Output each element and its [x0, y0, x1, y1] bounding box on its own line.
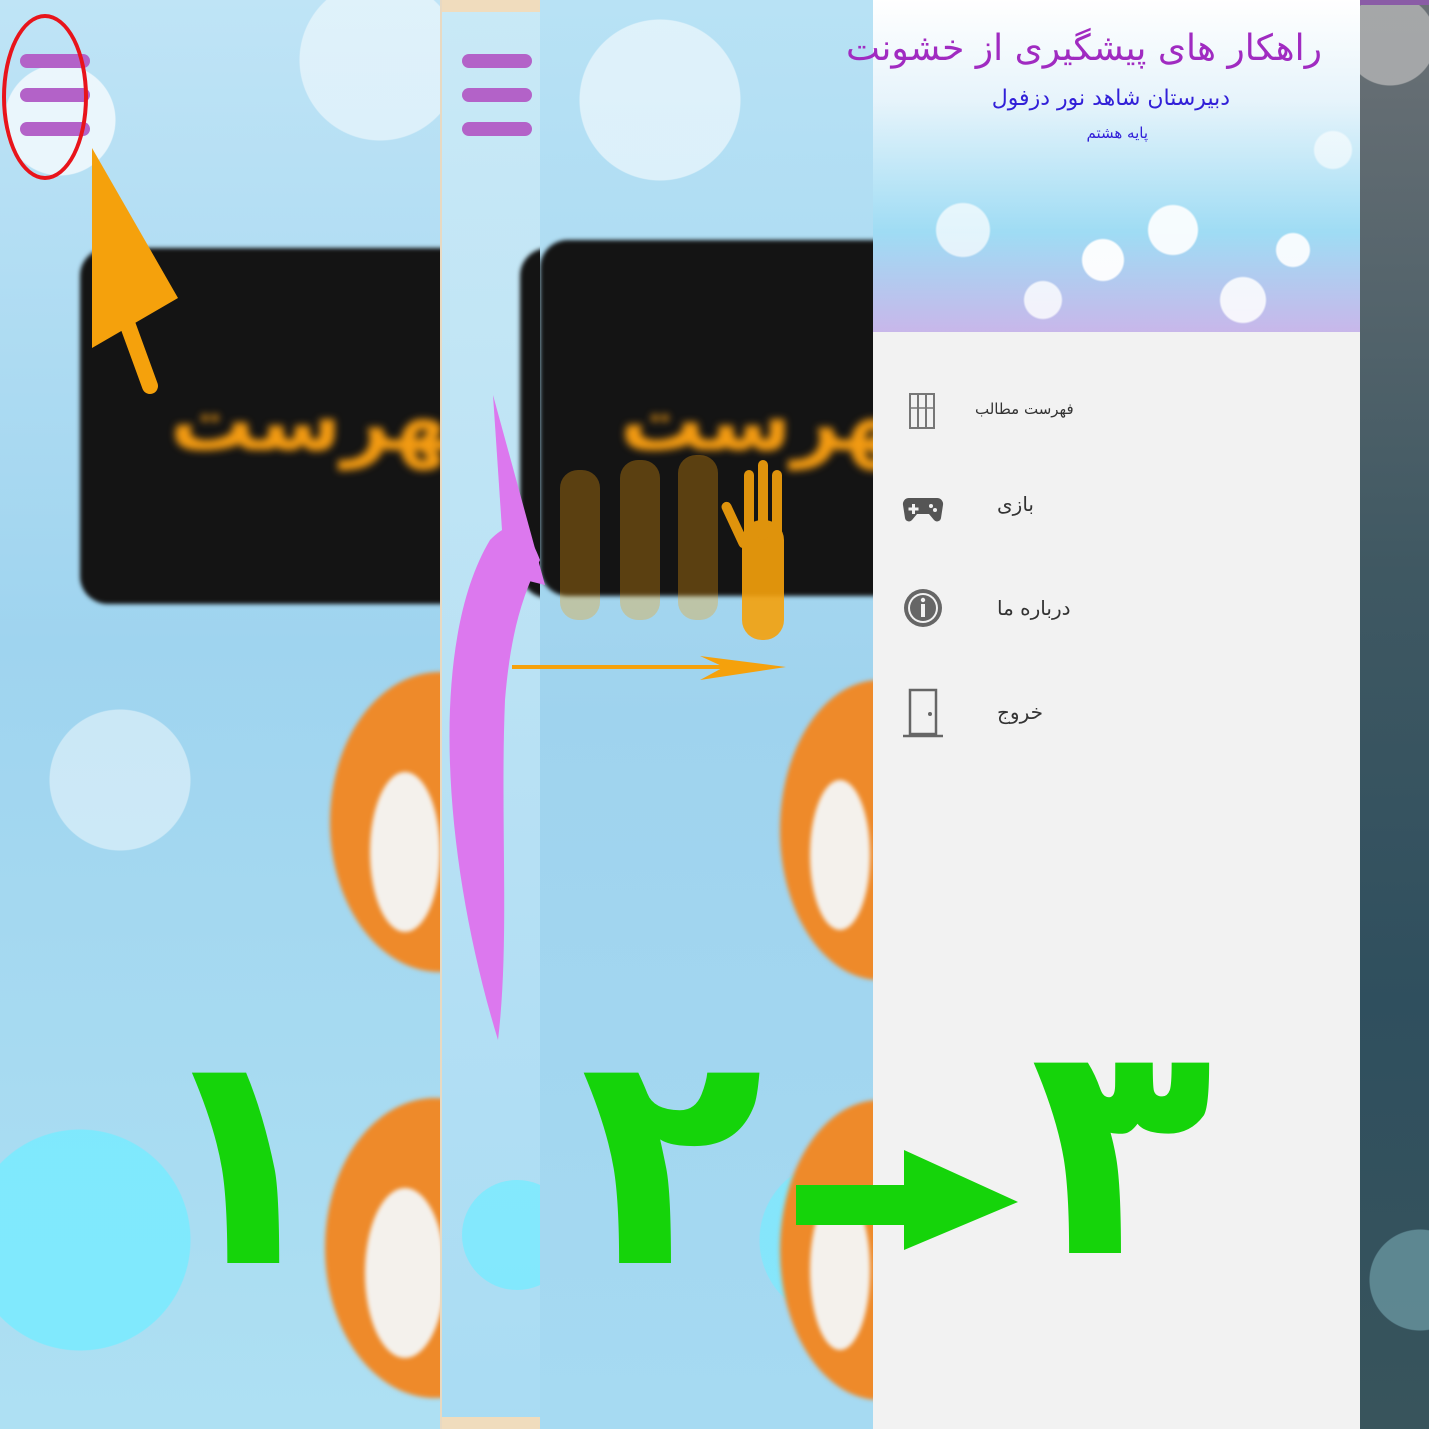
blurred-orange-disc — [325, 1098, 440, 1398]
step-number-1: ۱ — [150, 985, 334, 1334]
blurred-card-text: فهرست — [170, 372, 440, 470]
menu-item-label: بازی — [997, 492, 1034, 516]
menu-item-game[interactable]: بازی — [873, 466, 1360, 546]
drawer-header: راهکار های پیشگیری از خشونت دبیرستان شاه… — [846, 0, 1360, 332]
menu-item-label: فهرست مطالب — [975, 400, 1074, 418]
gamepad-icon — [902, 497, 944, 522]
hamburger-menu-icon[interactable] — [462, 54, 532, 136]
menu-item-contents[interactable]: فهرست مطالب — [873, 370, 1360, 450]
step-number-3: ۳ — [1030, 975, 1214, 1324]
menu-item-exit[interactable]: خروج — [873, 676, 1360, 756]
step-2-panel — [440, 0, 544, 1429]
menu-item-about[interactable]: درباره ما — [873, 570, 1360, 650]
highlight-circle — [2, 14, 88, 180]
drawer-grade: پایه هشتم — [1086, 124, 1148, 142]
menu-item-label: خروج — [997, 700, 1043, 724]
next-step-arrow-icon — [796, 1150, 1018, 1250]
info-icon — [904, 589, 942, 627]
step-number-2: ۲ — [580, 985, 764, 1334]
blurred-orange-disc — [780, 680, 873, 980]
drawer-subtitle: دبیرستان شاهد نور دزفول — [991, 86, 1230, 111]
top-edge-accent — [1360, 0, 1429, 5]
book-icon — [909, 393, 935, 429]
exit-door-icon — [903, 688, 943, 738]
menu-item-label: درباره ما — [997, 596, 1071, 620]
drawer-title: راهکار های پیشگیری از خشونت — [845, 28, 1322, 69]
blurred-orange-disc — [330, 672, 440, 972]
background-app-strip — [1360, 0, 1429, 1429]
blurred-card-text: فهرست — [620, 372, 873, 470]
